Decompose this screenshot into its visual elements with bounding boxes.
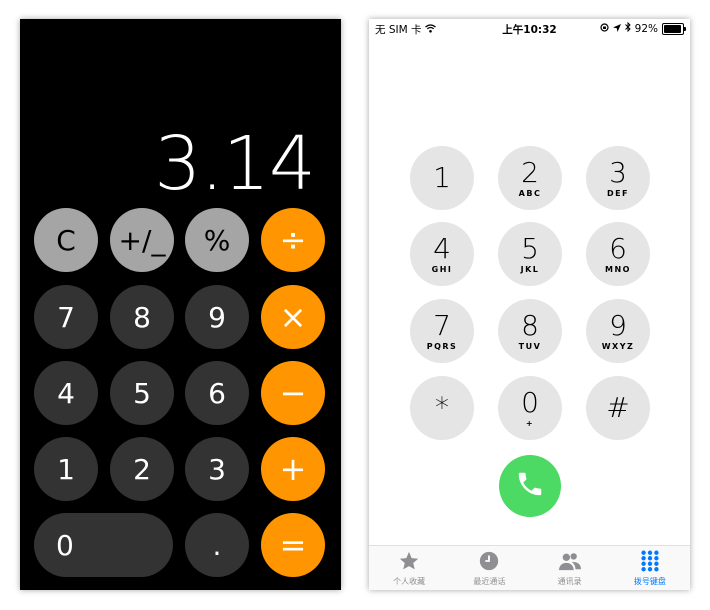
dial-key-7[interactable]: 7 PQRS [410, 299, 474, 363]
battery-level [664, 24, 681, 33]
tab-contacts[interactable]: 通讯录 [530, 546, 610, 590]
digit-5-button[interactable]: 5 [110, 361, 174, 425]
digit-7-button[interactable]: 7 [34, 285, 98, 349]
dial-key-5[interactable]: 5 JKL [498, 222, 562, 286]
sign-toggle-button[interactable]: +/_ [110, 208, 174, 272]
battery-percent: 92% [634, 22, 658, 35]
dial-key-letters: PQRS [426, 341, 458, 351]
dial-key-letters: DEF [606, 188, 630, 198]
digit-6-button[interactable]: 6 [185, 361, 249, 425]
dial-key-4[interactable]: 4 GHI [410, 222, 474, 286]
clear-button[interactable]: C [34, 208, 98, 272]
dial-key-8[interactable]: 8 TUV [498, 299, 562, 363]
dial-key-digit: 8 [521, 308, 539, 342]
dial-key-letters: GHI [431, 264, 453, 274]
percent-button[interactable]: % [185, 208, 249, 272]
tab-clock[interactable]: 最近通话 [449, 546, 529, 590]
dial-key-letters: WXYZ [601, 341, 635, 351]
decimal-button[interactable]: . [185, 513, 249, 577]
tab-label: 拨号键盘 [633, 577, 666, 586]
call-button[interactable] [499, 455, 561, 517]
dial-key-digit: 6 [609, 231, 627, 265]
equals-button[interactable]: = [261, 513, 325, 577]
tab-label: 最近通话 [473, 577, 506, 586]
dial-key-digit: 7 [433, 308, 451, 342]
subtract-button[interactable]: − [261, 361, 325, 425]
digit-2-button[interactable]: 2 [110, 437, 174, 501]
orientation-lock-icon [600, 22, 609, 35]
status-bar: 无 SIM 卡 上午10:32 92% [369, 19, 690, 39]
dial-key-digit: 4 [433, 231, 451, 265]
divide-button[interactable]: ÷ [261, 208, 325, 272]
dial-key-letters: ABC [518, 188, 542, 198]
tab-label: 通讯录 [557, 577, 582, 586]
multiply-button[interactable]: × [261, 285, 325, 349]
dial-key-digit: 2 [521, 155, 539, 189]
dial-key-digit: 9 [609, 308, 627, 342]
dial-key-letters: MNO [605, 264, 631, 274]
digit-8-button[interactable]: 8 [110, 285, 174, 349]
dial-key-letters: TUV [518, 341, 542, 351]
bluetooth-icon [624, 21, 631, 35]
clock-icon [478, 550, 500, 576]
digit-1-button[interactable]: 1 [34, 437, 98, 501]
keypad-icon [639, 550, 661, 576]
dial-key-2[interactable]: 2 ABC [498, 146, 562, 210]
digit-3-button[interactable]: 3 [185, 437, 249, 501]
tab-star[interactable]: 个人收藏 [369, 546, 449, 590]
digit-0-button[interactable]: 0 [34, 513, 173, 577]
tab-label: 个人收藏 [393, 577, 426, 586]
dial-key-digit: 0 [521, 385, 539, 419]
battery-icon [662, 22, 686, 35]
add-button[interactable]: + [261, 437, 325, 501]
dial-key-digit: 3 [609, 155, 627, 189]
dial-key-digit: 1 [433, 161, 451, 194]
tab-keypad[interactable]: 拨号键盘 [610, 546, 690, 590]
dial-key-star[interactable]: * [410, 376, 474, 440]
phone-icon [515, 469, 545, 503]
dial-key-1[interactable]: 1 [410, 146, 474, 210]
contacts-icon [558, 550, 582, 576]
calculator-screen: 3.14 C +/_% ÷ 7 8 9 × 4 5 6− 1 2 3 +0. = [20, 19, 341, 590]
tab-bar: 个人收藏 最近通话 通讯录 拨号键盘 [369, 545, 690, 590]
dial-key-letters: JKL [520, 264, 540, 274]
dial-key-digit: # [606, 391, 630, 424]
digit-4-button[interactable]: 4 [34, 361, 98, 425]
calculator-display: 3.14 [154, 121, 316, 207]
digit-9-button[interactable]: 9 [185, 285, 249, 349]
dial-key-9[interactable]: 9 WXYZ [586, 299, 650, 363]
star-icon [398, 550, 420, 576]
dial-key-6[interactable]: 6 MNO [586, 222, 650, 286]
dial-key-0[interactable]: 0 + [498, 376, 562, 440]
dial-key-letters: + [525, 418, 535, 428]
dial-key-hash[interactable]: # [586, 376, 650, 440]
dial-key-digit: 5 [521, 231, 539, 265]
dial-key-3[interactable]: 3 DEF [586, 146, 650, 210]
location-icon [612, 23, 621, 35]
dial-key-digit: * [435, 391, 449, 424]
phone-dialer-screen: 无 SIM 卡 上午10:32 92% 1 2 ABC 3 DEF 4 GHI … [369, 19, 690, 590]
